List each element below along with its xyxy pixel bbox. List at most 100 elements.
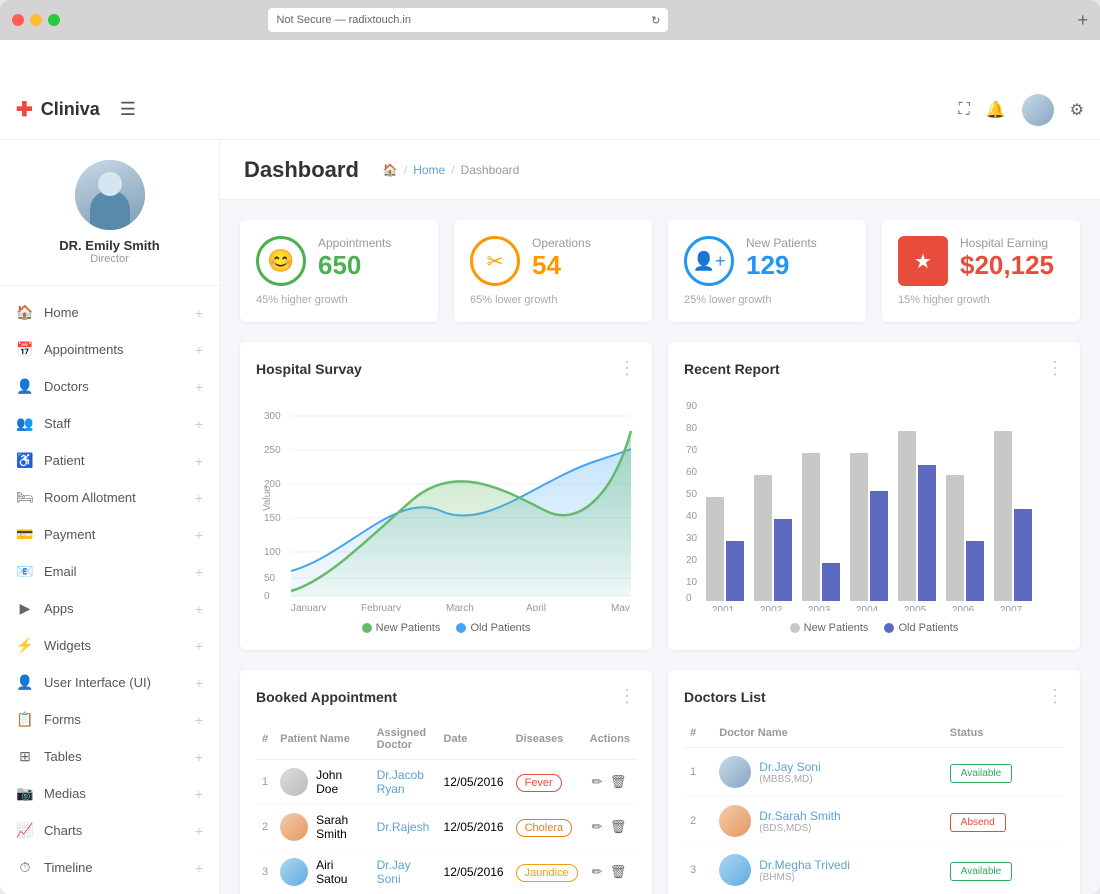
sidebar-item-doctors[interactable]: 👤 Doctors +: [0, 368, 219, 405]
minimize-button[interactable]: [30, 14, 42, 26]
row-1-doctor: Dr.Jacob Ryan: [371, 760, 438, 805]
operations-stat-icon: ✂: [470, 236, 520, 286]
sidebar-item-timeline[interactable]: ⏱ Timeline +: [0, 849, 219, 886]
address-bar[interactable]: Not Secure — radixtouch.in ↻: [268, 8, 668, 32]
hospital-survey-header: Hospital Survay ⋮: [256, 358, 636, 379]
sidebar-item-staff[interactable]: 👥 Staff +: [0, 405, 219, 442]
doctor-row-3-status: Available: [944, 846, 1064, 894]
delete-button[interactable]: 🗑: [608, 862, 629, 882]
row-2-doctor: Dr.Rajesh: [371, 805, 438, 850]
edit-button[interactable]: ✏: [590, 817, 605, 837]
hamburger-button[interactable]: ☰: [120, 99, 136, 120]
address-url: Not Secure — radixtouch.in: [276, 14, 411, 26]
sidebar-item-room-allotment[interactable]: 🛏 Room Allotment +: [0, 479, 219, 516]
doctors-list-menu[interactable]: ⋮: [1046, 686, 1064, 707]
forms-expand-icon[interactable]: +: [195, 712, 203, 728]
legend-rr-new-patients: New Patients: [790, 622, 869, 634]
apps-expand-icon[interactable]: +: [195, 601, 203, 617]
bar-2006-old: [966, 541, 984, 601]
booked-appointment-card: Booked Appointment ⋮ # Patient Name Assi…: [240, 670, 652, 894]
sidebar-label-email: Email: [44, 564, 185, 579]
hospital-survey-title: Hospital Survay: [256, 361, 362, 377]
doctor-link[interactable]: Dr.Jay Soni: [377, 858, 411, 886]
charts-expand-icon[interactable]: +: [195, 823, 203, 839]
recent-report-menu[interactable]: ⋮: [1046, 358, 1064, 379]
sidebar-item-charts[interactable]: 📈 Charts +: [0, 812, 219, 849]
operations-value: 54: [532, 250, 636, 281]
sidebar-item-medias[interactable]: 📷 Medias +: [0, 775, 219, 812]
row-2-date: 12/05/2016: [438, 805, 510, 850]
earning-value: $20,125: [960, 250, 1064, 281]
doctors-list-card: Doctors List ⋮ # Doctor Name Status: [668, 670, 1080, 894]
operations-stat-info: Operations 54: [532, 236, 636, 281]
recent-report-title: Recent Report: [684, 361, 780, 377]
doctor-link[interactable]: Dr.Rajesh: [377, 820, 430, 834]
breadcrumb-home-link[interactable]: Home: [413, 163, 445, 177]
sidebar-item-forms[interactable]: 📋 Forms +: [0, 701, 219, 738]
room-expand-icon[interactable]: +: [195, 490, 203, 506]
patient-expand-icon[interactable]: +: [195, 453, 203, 469]
doctors-col-status: Status: [944, 719, 1064, 748]
sidebar-item-appointments[interactable]: 📅 Appointments +: [0, 331, 219, 368]
doctors-icon: 👤: [16, 378, 34, 395]
staff-expand-icon[interactable]: +: [195, 416, 203, 432]
hospital-survey-menu[interactable]: ⋮: [618, 358, 636, 379]
medias-expand-icon[interactable]: +: [195, 786, 203, 802]
delete-button[interactable]: 🗑: [608, 817, 629, 837]
home-expand-icon[interactable]: +: [195, 305, 203, 321]
close-button[interactable]: [12, 14, 24, 26]
booked-appointment-title: Booked Appointment: [256, 689, 397, 705]
tables-expand-icon[interactable]: +: [195, 749, 203, 765]
sidebar-label-staff: Staff: [44, 416, 185, 431]
fullscreen-icon[interactable]: ⛶: [959, 101, 970, 119]
sidebar-item-widgets[interactable]: ⚡ Widgets +: [0, 627, 219, 664]
payment-expand-icon[interactable]: +: [195, 527, 203, 543]
row-3-actions: ✏ 🗑: [584, 850, 636, 894]
edit-button[interactable]: ✏: [590, 862, 605, 882]
edit-button[interactable]: ✏: [590, 772, 605, 792]
appointments-icon: 📅: [16, 341, 34, 358]
booked-appointment-menu[interactable]: ⋮: [618, 686, 636, 707]
doctor-degree: (BDS,MDS): [759, 823, 938, 834]
svg-text:2007: 2007: [1000, 605, 1023, 611]
sidebar-item-ui[interactable]: 👤 User Interface (UI) +: [0, 664, 219, 701]
appointments-expand-icon[interactable]: +: [195, 342, 203, 358]
sidebar-item-apps[interactable]: ▶ Apps +: [0, 590, 219, 627]
logo: ✚ Cliniva: [16, 97, 100, 122]
sidebar-item-icons[interactable]: ☺ Icons +: [0, 886, 219, 894]
doctor-link[interactable]: Dr.Jacob Ryan: [377, 768, 424, 796]
sidebar-label-home: Home: [44, 305, 185, 320]
sidebar-item-patient[interactable]: ♿ Patient +: [0, 442, 219, 479]
svg-text:20: 20: [686, 555, 698, 566]
legend-new-patients-label: New Patients: [376, 622, 441, 634]
status-badge: Available: [950, 764, 1012, 783]
breadcrumb: 🏠 / Home / Dashboard: [383, 163, 519, 177]
earning-growth: 15% higher growth: [898, 294, 1064, 306]
sidebar-item-tables[interactable]: ⊞ Tables +: [0, 738, 219, 775]
notification-bell-icon[interactable]: 🔔: [986, 100, 1006, 120]
sidebar-item-email[interactable]: 📧 Email +: [0, 553, 219, 590]
doctors-list-header: Doctors List ⋮: [684, 686, 1064, 707]
bar-2002-old: [774, 519, 792, 601]
settings-gear-icon[interactable]: ⚙: [1070, 100, 1084, 120]
widgets-icon: ⚡: [16, 637, 34, 654]
new-tab-button[interactable]: +: [1077, 10, 1088, 31]
sidebar-label-appointments: Appointments: [44, 342, 185, 357]
profile-name: DR. Emily Smith: [16, 238, 203, 253]
user-avatar[interactable]: [1022, 94, 1054, 126]
doctors-expand-icon[interactable]: +: [195, 379, 203, 395]
sidebar-item-payment[interactable]: 💳 Payment +: [0, 516, 219, 553]
maximize-button[interactable]: [48, 14, 60, 26]
email-expand-icon[interactable]: +: [195, 564, 203, 580]
ui-expand-icon[interactable]: +: [195, 675, 203, 691]
sidebar-item-home[interactable]: 🏠 Home +: [0, 294, 219, 331]
doctor-row-2-status: Absend: [944, 797, 1064, 846]
stat-appointments: 😊 Appointments 650 45% higher growth: [240, 220, 438, 322]
refresh-icon[interactable]: ↻: [651, 14, 660, 27]
stats-row: 😊 Appointments 650 45% higher growth: [240, 220, 1080, 322]
svg-text:2001: 2001: [712, 605, 735, 611]
doctor-avatar: [719, 756, 751, 788]
timeline-expand-icon[interactable]: +: [195, 860, 203, 876]
delete-button[interactable]: 🗑: [608, 772, 629, 792]
widgets-expand-icon[interactable]: +: [195, 638, 203, 654]
